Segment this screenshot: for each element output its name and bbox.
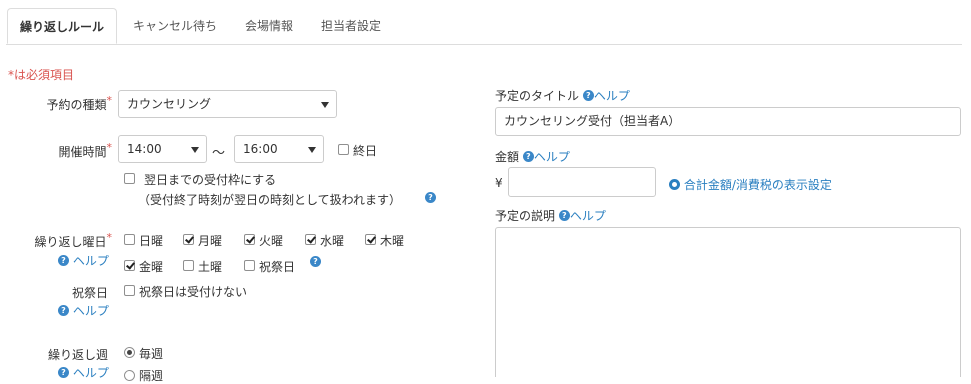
chevron-down-icon <box>308 147 316 153</box>
help-icon[interactable]: ? <box>310 255 321 269</box>
day-mon-checkbox[interactable] <box>183 234 194 245</box>
all-day-checkbox[interactable] <box>338 144 349 155</box>
tabs-divider <box>6 44 962 45</box>
amount-input[interactable] <box>508 167 656 197</box>
amount-help-link[interactable]: ? ヘルプ <box>522 150 570 164</box>
day-thu-label: 木曜 <box>380 234 405 248</box>
start-time-select[interactable]: 14:00 <box>118 135 207 163</box>
repeat-biweekly-radio[interactable] <box>124 370 135 381</box>
holiday-label: 祝祭日 <box>71 286 108 300</box>
day-fri-checkbox[interactable] <box>124 260 135 271</box>
help-icon: ? <box>58 367 69 378</box>
chevron-down-icon <box>321 102 329 108</box>
amount-label: 金額 ? ヘルプ <box>495 150 570 164</box>
event-title-help-link[interactable]: ? ヘルプ <box>582 89 630 103</box>
day-tue-label: 火曜 <box>259 234 284 248</box>
description-help-link[interactable]: ? ヘルプ <box>558 209 606 223</box>
event-title-input[interactable]: カウンセリング受付（担当者A） <box>495 107 961 136</box>
description-label: 予定の説明 ? ヘルプ <box>495 209 606 223</box>
holiday-closed-checkbox[interactable] <box>124 285 135 296</box>
time-separator: 〜 <box>212 146 226 161</box>
repeat-biweekly-label: 隔週 <box>139 369 164 383</box>
next-day-note: （受付終了時刻が翌日の時刻として扱われます） <box>138 193 402 207</box>
repeat-every-week-radio[interactable] <box>124 347 135 358</box>
help-icon: ? <box>58 305 69 316</box>
currency-symbol: ¥ <box>495 176 503 190</box>
event-title-label: 予定のタイトル ? ヘルプ <box>495 89 630 103</box>
day-wed-label: 水曜 <box>320 234 345 248</box>
tab-cancel-wait[interactable]: キャンセル待ち <box>133 8 217 44</box>
holiday-closed-label: 祝祭日は受付けない <box>139 285 248 299</box>
repeat-week-label: 繰り返し週 <box>47 348 108 362</box>
day-holiday-checkbox[interactable] <box>244 260 255 271</box>
reservation-type-select[interactable]: カウンセリング <box>118 90 337 118</box>
tab-venue-info[interactable]: 会場情報 <box>245 8 293 44</box>
all-day-label: 終日 <box>353 144 378 158</box>
day-holiday-label: 祝祭日 <box>259 260 296 274</box>
weekdays-label: 繰り返し曜日* <box>34 231 113 249</box>
day-mon-label: 月曜 <box>198 234 223 248</box>
tab-repeat-rule[interactable]: 繰り返しルール <box>7 8 117 44</box>
day-sat-checkbox[interactable] <box>183 260 194 271</box>
tab-staff-settings[interactable]: 担当者設定 <box>321 8 381 44</box>
help-icon: ? <box>582 90 594 101</box>
gear-icon <box>669 179 680 190</box>
reservation-type-label: 予約の種類* <box>46 94 113 112</box>
help-icon: ? <box>522 151 534 162</box>
help-icon: ? <box>58 255 69 266</box>
day-thu-checkbox[interactable] <box>365 234 376 245</box>
day-tue-checkbox[interactable] <box>244 234 255 245</box>
end-time-select[interactable]: 16:00 <box>234 135 324 163</box>
chevron-down-icon <box>191 147 199 153</box>
reservation-type-value: カウンセリング <box>127 97 212 111</box>
required-star: * <box>106 141 113 154</box>
required-star: * <box>106 231 113 244</box>
end-time-value: 16:00 <box>243 142 278 156</box>
next-day-checkbox[interactable] <box>124 173 135 184</box>
tax-settings-link[interactable]: 合計金額/消費税の表示設定 <box>669 176 832 193</box>
hours-label: 開催時間* <box>58 141 113 159</box>
weekdays-help-link[interactable]: ? ヘルプ <box>58 252 109 269</box>
help-icon[interactable]: ? <box>425 191 436 205</box>
repeat-every-week-label: 毎週 <box>139 347 164 361</box>
day-fri-label: 金曜 <box>139 260 164 274</box>
day-sat-label: 土曜 <box>198 260 223 274</box>
help-icon: ? <box>558 210 570 221</box>
required-star: * <box>106 94 113 107</box>
required-note: *は必須項目 <box>8 68 75 82</box>
next-day-label: 翌日までの受付枠にする <box>144 173 277 187</box>
start-time-value: 14:00 <box>127 142 162 156</box>
day-wed-checkbox[interactable] <box>305 234 316 245</box>
holiday-help-link[interactable]: ? ヘルプ <box>58 302 109 319</box>
description-textarea[interactable] <box>495 227 961 377</box>
day-sun-checkbox[interactable] <box>124 234 135 245</box>
day-sun-label: 日曜 <box>139 234 164 248</box>
repeat-week-help-link[interactable]: ? ヘルプ <box>58 364 109 381</box>
